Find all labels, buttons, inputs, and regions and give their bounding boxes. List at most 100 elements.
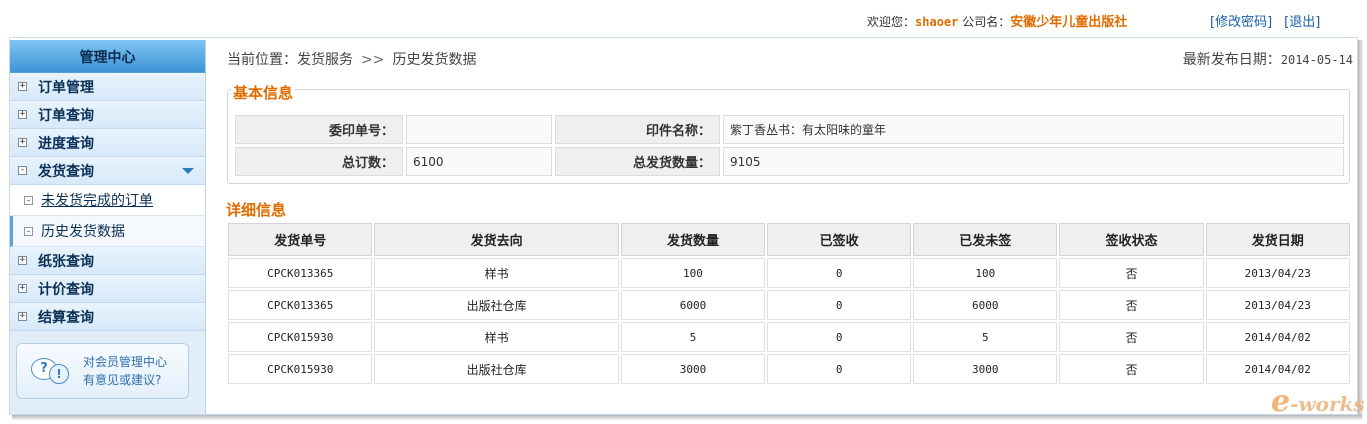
unsigned-cell: 5 xyxy=(913,322,1058,352)
basic-info-title: 基本信息 xyxy=(231,82,296,103)
destination-cell: 样书 xyxy=(374,322,619,352)
publish-date-label: 最新发布日期： xyxy=(1182,52,1281,68)
expand-icon: + xyxy=(18,255,27,265)
ship-date-cell: 2014/04/02 xyxy=(1205,354,1350,384)
sign-status-cell: 否 xyxy=(1059,290,1204,320)
column-header: 发货去向 xyxy=(374,223,619,256)
unsigned-cell: 100 xyxy=(913,258,1058,288)
sidebar-item-label: 结算查询 xyxy=(38,309,94,326)
sign-status-cell: 否 xyxy=(1059,258,1204,288)
shipment-no-cell: CPCK013365 xyxy=(228,290,373,320)
sidebar: 管理中心 + 订单管理 + 订单查询 + 进度查询 - 发货查询 未发货完成的订… xyxy=(10,40,206,414)
sidebar-item-label: 订单管理 xyxy=(38,79,94,96)
feedback-box[interactable]: ? ! 对会员管理中心 有意见或建议? xyxy=(16,343,189,399)
change-password-link[interactable]: [修改密码] xyxy=(1210,15,1272,30)
frame-shadow-right xyxy=(1358,40,1363,418)
sidebar-title: 管理中心 xyxy=(10,40,205,73)
print-name-label: 印件名称： xyxy=(554,115,720,144)
table-header-row: 发货单号 发货去向 发货数量 已签收 已发未签 签收状态 发货日期 xyxy=(228,223,1350,256)
top-bar: 欢迎您：shaoer 公司名：安徽少年儿童出版社 [修改密码] [退出] xyxy=(0,0,1367,37)
company-label: 公司名： xyxy=(962,15,1011,29)
breadcrumb: 当前位置：发货服务 >> 历史发货数据 xyxy=(227,49,476,69)
basic-info-table: 委印单号： 印件名称： 紫丁香丛书：有太阳味的童年 总订数： 6100 总发货数… xyxy=(232,112,1347,179)
ship-date-cell: 2013/04/23 xyxy=(1205,290,1350,320)
shipment-no-cell: CPCK015930 xyxy=(228,354,373,384)
table-row: CPCK015930 出版社仓库 3000 0 3000 否 2014/04/0… xyxy=(228,354,1350,384)
sidebar-subitem-history-shipping[interactable]: 历史发货数据 xyxy=(10,216,205,247)
column-header: 发货单号 xyxy=(228,223,373,256)
sub-item-icon xyxy=(24,226,33,236)
breadcrumb-separator: >> xyxy=(361,52,385,68)
shipping-detail-table: 发货单号 发货去向 发货数量 已签收 已发未签 签收状态 发货日期 CPCK01… xyxy=(226,221,1352,386)
signed-cell: 0 xyxy=(767,258,912,288)
publish-date-value: 2014-05-14 xyxy=(1280,53,1353,67)
sidebar-item-order-query[interactable]: + 订单查询 xyxy=(10,101,205,129)
sidebar-item-paper-query[interactable]: + 纸张查询 xyxy=(10,247,205,275)
detail-title: 详细信息 xyxy=(226,201,287,219)
welcome-area: 欢迎您：shaoer 公司名：安徽少年儿童出版社 xyxy=(867,11,1127,30)
sidebar-item-label: 进度查询 xyxy=(38,135,94,152)
column-header: 已发未签 xyxy=(913,223,1058,256)
sidebar-item-label: 计价查询 xyxy=(38,281,94,298)
expand-icon: + xyxy=(18,283,27,293)
sidebar-item-progress-query[interactable]: + 进度查询 xyxy=(10,129,205,157)
total-shipped-value: 9105 xyxy=(722,147,1344,176)
sidebar-subitem-unfinished-orders[interactable]: 未发货完成的订单 xyxy=(10,185,205,216)
welcome-label: 欢迎您： xyxy=(867,15,916,29)
column-header: 发货数量 xyxy=(620,223,766,256)
signed-cell: 0 xyxy=(767,322,912,352)
quantity-cell: 5 xyxy=(620,322,766,352)
order-no-value xyxy=(406,115,552,144)
signed-cell: 0 xyxy=(767,354,912,384)
total-order-label: 总订数： xyxy=(235,147,403,176)
sidebar-item-label: 订单查询 xyxy=(38,107,94,124)
chevron-down-icon xyxy=(182,168,194,174)
ship-date-cell: 2013/04/23 xyxy=(1205,258,1350,288)
print-name-value: 紫丁香丛书：有太阳味的童年 xyxy=(722,115,1344,144)
signed-cell: 0 xyxy=(767,290,912,320)
sidebar-subitem-label: 历史发货数据 xyxy=(41,224,125,240)
table-row: CPCK015930 样书 5 0 5 否 2014/04/02 xyxy=(228,322,1350,352)
column-header: 已签收 xyxy=(767,223,912,256)
table-row: CPCK013365 样书 100 0 100 否 2013/04/23 xyxy=(228,258,1350,288)
logout-link[interactable]: [退出] xyxy=(1284,15,1320,30)
collapse-icon: - xyxy=(18,165,27,175)
feedback-icon: ? ! xyxy=(31,356,71,386)
eworks-watermark-logo: e-works xyxy=(1271,384,1365,419)
total-shipped-label: 总发货数量： xyxy=(554,147,720,176)
unsigned-cell: 6000 xyxy=(913,290,1058,320)
order-no-label: 委印单号： xyxy=(235,115,403,144)
sign-status-cell: 否 xyxy=(1059,354,1204,384)
username: shaoer xyxy=(915,15,959,29)
sidebar-item-label: 纸张查询 xyxy=(38,253,94,270)
expand-icon: + xyxy=(18,137,27,147)
table-row: CPCK013365 出版社仓库 6000 0 6000 否 2013/04/2… xyxy=(228,290,1350,320)
expand-icon: + xyxy=(18,311,27,321)
destination-cell: 出版社仓库 xyxy=(374,290,619,320)
breadcrumb-section: 发货服务 xyxy=(297,52,353,68)
ship-date-cell: 2014/04/02 xyxy=(1205,322,1350,352)
quantity-cell: 100 xyxy=(620,258,766,288)
frame-shadow-bottom xyxy=(12,415,1362,420)
sidebar-item-settlement-query[interactable]: + 结算查询 xyxy=(10,303,205,331)
shipment-no-cell: CPCK013365 xyxy=(228,258,373,288)
expand-icon: + xyxy=(18,81,27,91)
feedback-text: 对会员管理中心 有意见或建议? xyxy=(83,355,168,387)
unsigned-cell: 3000 xyxy=(913,354,1058,384)
quantity-cell: 3000 xyxy=(620,354,766,384)
destination-cell: 样书 xyxy=(374,258,619,288)
expand-icon: + xyxy=(18,109,27,119)
sign-status-cell: 否 xyxy=(1059,322,1204,352)
shipment-no-cell: CPCK015930 xyxy=(228,322,373,352)
destination-cell: 出版社仓库 xyxy=(374,354,619,384)
sidebar-item-shipping-query[interactable]: - 发货查询 xyxy=(10,157,205,185)
breadcrumb-prefix: 当前位置： xyxy=(227,52,297,68)
publish-date: 最新发布日期：2014-05-14 xyxy=(1183,49,1353,69)
sidebar-item-order-management[interactable]: + 订单管理 xyxy=(10,73,205,101)
company-name: 安徽少年儿童出版社 xyxy=(1010,15,1128,30)
quantity-cell: 6000 xyxy=(620,290,766,320)
column-header: 签收状态 xyxy=(1059,223,1204,256)
sub-item-icon xyxy=(24,195,33,205)
sidebar-item-pricing-query[interactable]: + 计价查询 xyxy=(10,275,205,303)
sidebar-subitem-label: 未发货完成的订单 xyxy=(41,193,153,209)
